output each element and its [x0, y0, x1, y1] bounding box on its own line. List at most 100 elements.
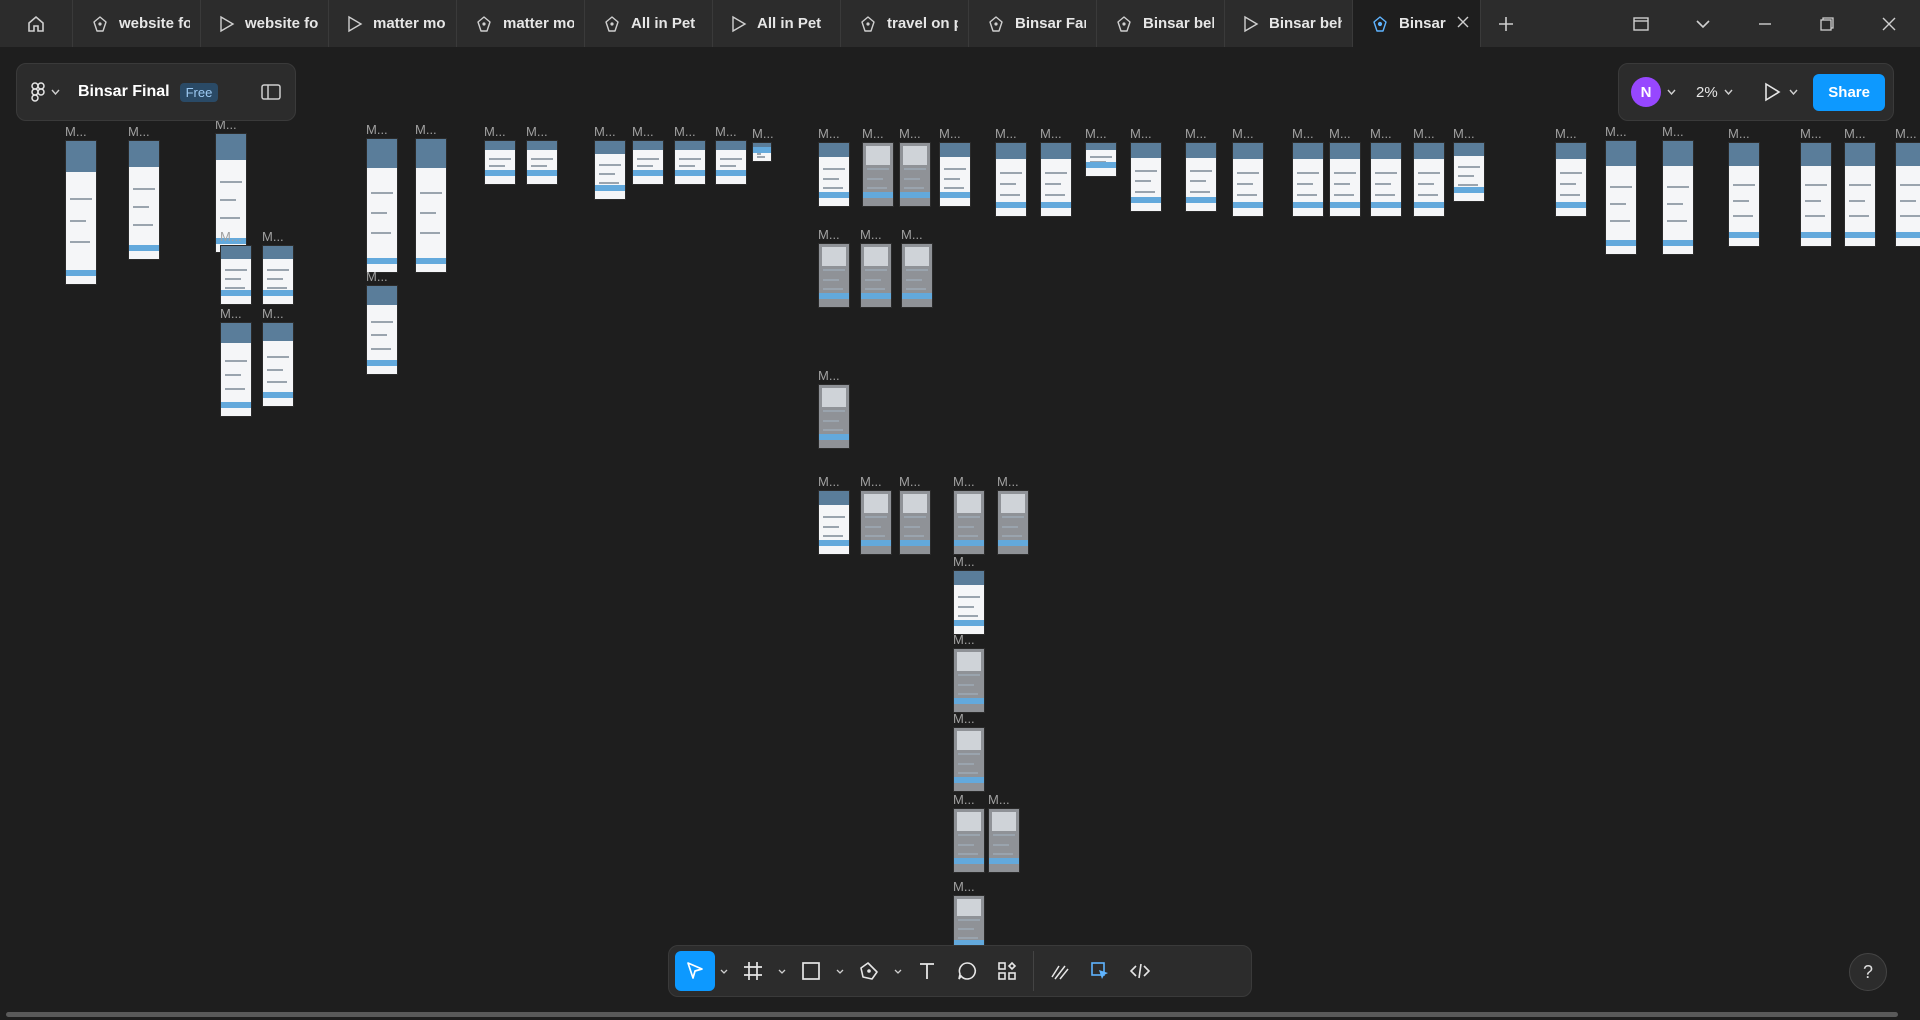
frame-label[interactable]: M...	[632, 124, 654, 139]
tab-list-button[interactable]	[1672, 0, 1734, 47]
frame-label[interactable]: M...	[1800, 126, 1822, 141]
move-tool-menu[interactable]	[715, 969, 733, 974]
canvas-frame[interactable]	[715, 140, 747, 185]
frame-label[interactable]: M...	[484, 124, 506, 139]
chevron-down-icon[interactable]	[1667, 89, 1676, 95]
frame-label[interactable]: M...	[1844, 126, 1866, 141]
canvas-frame[interactable]	[953, 490, 985, 555]
tab-7[interactable]: Binsar Far	[969, 0, 1097, 47]
frame-label[interactable]: M...	[953, 632, 975, 647]
canvas-frame[interactable]	[1800, 142, 1832, 247]
tab-6[interactable]: travel on p	[841, 0, 969, 47]
canvas-frame[interactable]	[366, 285, 398, 375]
frame-label[interactable]: M...	[1085, 126, 1107, 141]
frame-label[interactable]: M...	[1895, 126, 1917, 141]
canvas-frame[interactable]	[1232, 142, 1264, 217]
frame-label[interactable]: M...	[262, 306, 284, 321]
canvas-frame[interactable]	[526, 140, 558, 185]
pen-tool-menu[interactable]	[889, 969, 907, 974]
home-button[interactable]	[0, 0, 73, 47]
tab-4[interactable]: All in Pet	[585, 0, 713, 47]
canvas-frame[interactable]	[1040, 142, 1072, 217]
help-button[interactable]: ?	[1849, 953, 1887, 991]
tab-1[interactable]: website fo	[201, 0, 329, 47]
canvas-frame[interactable]	[1370, 142, 1402, 217]
canvas-frame[interactable]	[1453, 142, 1485, 202]
move-tool-button[interactable]	[675, 951, 715, 991]
canvas-frame[interactable]	[953, 727, 985, 792]
canvas-frame[interactable]	[262, 322, 294, 407]
tab-2[interactable]: matter mo	[329, 0, 457, 47]
frame-label[interactable]: M...	[366, 269, 388, 284]
frame-label[interactable]: M...	[953, 554, 975, 569]
canvas-frame[interactable]	[862, 142, 894, 207]
frame-label[interactable]: M...	[366, 122, 388, 137]
frame-label[interactable]: M...	[899, 474, 921, 489]
text-tool-button[interactable]	[907, 951, 947, 991]
plan-badge[interactable]: Free	[179, 82, 219, 102]
frame-label[interactable]: M...	[1555, 126, 1577, 141]
canvas-frame[interactable]	[997, 490, 1029, 555]
tab-10[interactable]: Binsar	[1353, 0, 1481, 47]
actions-tool-button[interactable]	[987, 951, 1027, 991]
frame-label[interactable]: M...	[594, 124, 616, 139]
canvas-frame[interactable]	[953, 808, 985, 873]
canvas-frame[interactable]	[1728, 142, 1760, 247]
rectangle-tool-button[interactable]	[791, 951, 831, 991]
canvas-frame[interactable]	[1844, 142, 1876, 247]
canvas-frame[interactable]	[818, 384, 850, 449]
dev-mode-button[interactable]	[1120, 951, 1160, 991]
minimize-button[interactable]	[1734, 0, 1796, 47]
canvas-frame[interactable]	[1185, 142, 1217, 212]
canvas-frame[interactable]	[128, 140, 160, 260]
canvas-frame[interactable]	[484, 140, 516, 185]
frame-label[interactable]: M...	[1232, 126, 1254, 141]
share-button[interactable]: Share	[1813, 73, 1885, 111]
frame-label[interactable]: M...	[128, 124, 150, 139]
canvas-frame[interactable]	[1895, 142, 1920, 247]
frame-label[interactable]: M...	[526, 124, 548, 139]
frame-label[interactable]: M...	[1130, 126, 1152, 141]
canvas-frame[interactable]	[1130, 142, 1162, 212]
frame-label[interactable]: M...	[997, 474, 1019, 489]
canvas-frame[interactable]	[594, 140, 626, 200]
frame-label[interactable]: M...	[953, 711, 975, 726]
new-tab-button[interactable]	[1481, 0, 1531, 47]
frame-label[interactable]: M...	[1329, 126, 1351, 141]
canvas-frame[interactable]	[366, 138, 398, 273]
canvas-frame[interactable]	[1329, 142, 1361, 217]
canvas-frame[interactable]	[953, 648, 985, 713]
frame-tool-menu[interactable]	[773, 969, 791, 974]
canvas-frame[interactable]	[860, 243, 892, 308]
canvas-frame[interactable]	[818, 142, 850, 207]
canvas-frame[interactable]	[818, 490, 850, 555]
frame-label[interactable]: M...	[1370, 126, 1392, 141]
horizontal-scrollbar[interactable]	[6, 1012, 1898, 1017]
canvas-frame[interactable]	[674, 140, 706, 185]
frame-label[interactable]: M...	[953, 474, 975, 489]
canvas-frame[interactable]	[220, 322, 252, 417]
present-button[interactable]	[1763, 82, 1798, 102]
close-window-button[interactable]	[1858, 0, 1920, 47]
frame-label[interactable]: M...	[715, 124, 737, 139]
frame-label[interactable]: M...	[1662, 124, 1684, 139]
canvas-frame[interactable]	[1605, 140, 1637, 255]
frame-label[interactable]: M...	[953, 792, 975, 807]
canvas-frame[interactable]	[220, 245, 252, 305]
frame-label[interactable]: M...	[1728, 126, 1750, 141]
canvas-frame[interactable]	[995, 142, 1027, 217]
tab-9[interactable]: Binsar beh	[1225, 0, 1353, 47]
tab-0[interactable]: website fo	[73, 0, 201, 47]
tab-3[interactable]: matter mo	[457, 0, 585, 47]
frame-label[interactable]: M...	[262, 229, 284, 244]
zoom-dropdown[interactable]: 2%	[1696, 84, 1733, 101]
canvas-frame[interactable]	[953, 570, 985, 635]
frame-label[interactable]: M...	[901, 227, 923, 242]
frame-label[interactable]: M...	[752, 126, 774, 141]
frame-label[interactable]: M...	[1605, 124, 1627, 139]
canvas-frame[interactable]	[65, 140, 97, 285]
avatar[interactable]: N	[1631, 77, 1661, 107]
close-tab-icon[interactable]	[1456, 15, 1470, 33]
canvas-frame[interactable]	[899, 490, 931, 555]
tab-overview-button[interactable]	[1610, 0, 1672, 47]
